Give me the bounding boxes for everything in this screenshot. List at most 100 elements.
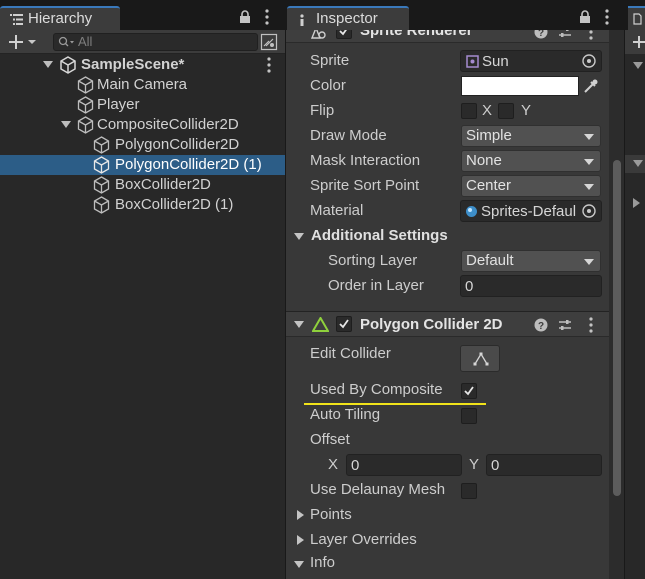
flip-label: Flip bbox=[310, 102, 335, 119]
polygon-collider-enabled-checkbox[interactable] bbox=[336, 316, 352, 332]
use-delaunay-mesh-checkbox[interactable] bbox=[461, 483, 477, 499]
foldout-collapsed-icon[interactable] bbox=[296, 510, 306, 520]
material-sphere-icon bbox=[466, 206, 477, 217]
order-in-layer-field[interactable]: 0 bbox=[460, 275, 602, 297]
component-menu-icon[interactable] bbox=[588, 317, 594, 333]
tab-inspector-label: Inspector bbox=[316, 10, 378, 27]
foldout-expanded-icon[interactable] bbox=[633, 62, 643, 70]
tree-row-composite-collider[interactable]: CompositeCollider2D bbox=[0, 115, 285, 135]
draw-mode-dropdown[interactable]: Simple bbox=[461, 125, 601, 147]
foldout-expanded-icon[interactable] bbox=[633, 160, 643, 168]
mask-interaction-value: None bbox=[466, 152, 502, 169]
unity-scene-icon bbox=[60, 56, 76, 74]
material-label: Material bbox=[310, 202, 364, 219]
help-icon[interactable]: ? bbox=[534, 318, 548, 332]
help-icon[interactable]: ? bbox=[534, 30, 548, 39]
add-icon[interactable] bbox=[633, 35, 645, 49]
tree-item-label: Player bbox=[97, 96, 140, 113]
color-swatch[interactable] bbox=[461, 76, 579, 96]
annotation-underline bbox=[304, 403, 486, 405]
sprite-field[interactable]: Sun bbox=[460, 50, 602, 72]
foldout-collapsed-icon[interactable] bbox=[633, 198, 641, 208]
tab-hierarchy-label: Hierarchy bbox=[28, 10, 93, 27]
object-picker-icon[interactable] bbox=[580, 202, 598, 220]
gameobject-cube-icon bbox=[93, 136, 110, 154]
tree-row-box-collider[interactable]: BoxCollider2D bbox=[0, 175, 285, 195]
order-in-layer-value: 0 bbox=[465, 278, 474, 295]
gameobject-cube-icon bbox=[77, 116, 94, 134]
flip-x-label: X bbox=[482, 102, 493, 119]
draw-mode-label: Draw Mode bbox=[310, 127, 387, 144]
flip-x-checkbox[interactable] bbox=[461, 103, 477, 119]
polygon-collider-header[interactable]: Polygon Collider 2D ? bbox=[286, 311, 609, 337]
tree-item-label: PolygonCollider2D (1) bbox=[115, 156, 262, 173]
component-menu-icon[interactable] bbox=[588, 30, 594, 40]
tree-item-label: BoxCollider2D (1) bbox=[115, 196, 234, 213]
auto-tiling-checkbox[interactable] bbox=[461, 408, 477, 424]
lock-icon[interactable] bbox=[579, 10, 591, 24]
foldout-expanded-icon[interactable] bbox=[294, 232, 304, 242]
sprite-renderer-enabled-checkbox[interactable] bbox=[336, 30, 352, 39]
scrollbar-thumb[interactable] bbox=[613, 160, 621, 496]
tree-row-polygon-collider[interactable]: PolygonCollider2D bbox=[0, 135, 285, 155]
layer-overrides-foldout-label[interactable]: Layer Overrides bbox=[310, 531, 417, 548]
scene-name: SampleScene* bbox=[81, 56, 185, 73]
tree-row-player[interactable]: Player bbox=[0, 95, 285, 115]
tree-row-main-camera[interactable]: Main Camera bbox=[0, 75, 285, 95]
scene-menu-icon[interactable] bbox=[266, 57, 272, 73]
tree-row-scene[interactable]: SampleScene* bbox=[0, 55, 285, 75]
tab-hierarchy[interactable]: Hierarchy bbox=[0, 6, 120, 30]
search-icon bbox=[58, 36, 74, 47]
sorting-layer-dropdown[interactable]: Default bbox=[461, 250, 601, 272]
foldout-collapsed-icon[interactable] bbox=[296, 535, 306, 545]
used-by-composite-checkbox[interactable] bbox=[461, 383, 477, 399]
gameobject-cube-icon bbox=[93, 156, 110, 174]
hierarchy-list-icon bbox=[10, 14, 23, 25]
points-foldout-label[interactable]: Points bbox=[310, 506, 352, 523]
polygon-collider-title: Polygon Collider 2D bbox=[360, 316, 503, 333]
panel-menu-icon[interactable] bbox=[604, 9, 610, 25]
info-foldout-label[interactable]: Info bbox=[310, 554, 335, 571]
add-object-button[interactable] bbox=[5, 32, 41, 52]
foldout-expanded-icon[interactable] bbox=[294, 560, 304, 570]
tree-row-box-collider-1[interactable]: BoxCollider2D (1) bbox=[0, 195, 285, 215]
edit-collider-button[interactable] bbox=[460, 345, 500, 372]
foldout-expanded-icon[interactable] bbox=[61, 121, 71, 129]
sprite-renderer-icon bbox=[310, 30, 326, 39]
right-row bbox=[625, 155, 645, 173]
sprite-label: Sprite bbox=[310, 52, 350, 69]
additional-settings-label[interactable]: Additional Settings bbox=[311, 227, 448, 244]
tab-inspector[interactable]: Inspector bbox=[287, 6, 409, 30]
tree-item-label: Main Camera bbox=[97, 76, 188, 93]
foldout-expanded-icon[interactable] bbox=[43, 61, 53, 69]
mask-interaction-dropdown[interactable]: None bbox=[461, 150, 601, 172]
offset-y-field[interactable]: 0 bbox=[486, 454, 602, 476]
edit-collider-icon bbox=[473, 352, 489, 366]
sprite-renderer-header[interactable]: Sprite Renderer ? bbox=[286, 30, 609, 43]
polygon-collider-icon bbox=[312, 317, 329, 332]
foldout-expanded-icon[interactable] bbox=[294, 320, 304, 330]
sprite-sort-point-label: Sprite Sort Point bbox=[310, 177, 420, 194]
flip-y-checkbox[interactable] bbox=[498, 103, 514, 119]
presets-icon[interactable] bbox=[558, 318, 572, 332]
material-value: Sprites-Default bbox=[481, 203, 576, 220]
inspector-scrollbar[interactable] bbox=[609, 30, 624, 579]
hierarchy-panel: Hierarchy All SampleScene* Main Camera P… bbox=[0, 0, 285, 579]
search-input[interactable]: All bbox=[53, 33, 258, 51]
tree-item-label: PolygonCollider2D bbox=[115, 136, 240, 153]
scene-visibility-icon[interactable] bbox=[260, 33, 278, 51]
tree-row-polygon-collider-1[interactable]: PolygonCollider2D (1) bbox=[0, 155, 285, 175]
eyedropper-icon[interactable] bbox=[582, 77, 600, 95]
sprite-sort-point-dropdown[interactable]: Center bbox=[461, 175, 601, 197]
presets-icon[interactable] bbox=[558, 30, 572, 39]
edit-collider-label: Edit Collider bbox=[310, 345, 391, 362]
panel-menu-icon[interactable] bbox=[264, 9, 270, 25]
offset-y-label: Y bbox=[469, 456, 480, 473]
offset-x-field[interactable]: 0 bbox=[346, 454, 462, 476]
object-picker-icon[interactable] bbox=[580, 52, 598, 70]
lock-icon[interactable] bbox=[239, 10, 251, 24]
inspector-content: Sprite Renderer ? Sprite Sun Color Flip … bbox=[286, 30, 624, 579]
offset-x-label: X bbox=[328, 456, 339, 473]
right-tab[interactable] bbox=[628, 6, 645, 30]
material-field[interactable]: Sprites-Default bbox=[460, 200, 602, 222]
